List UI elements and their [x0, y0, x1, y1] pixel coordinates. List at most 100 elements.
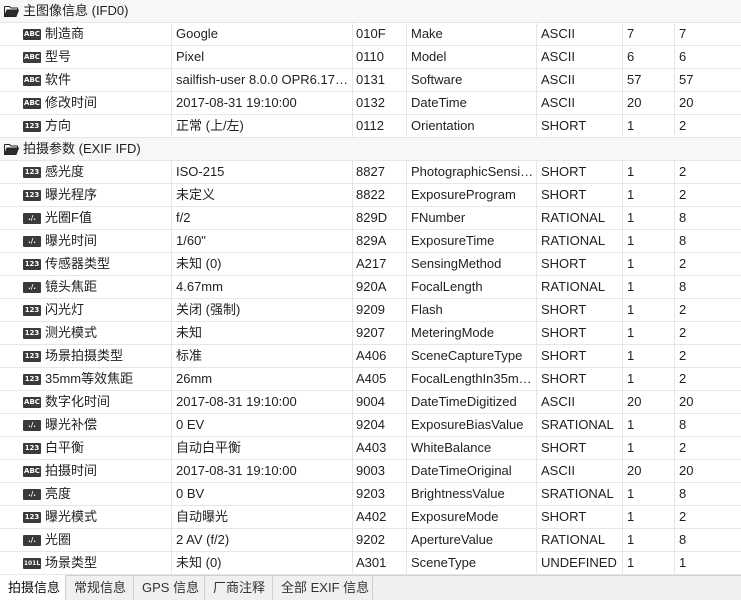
- byte-size: 2: [679, 348, 687, 363]
- table-row[interactable]: ./. 亮度 0 BV 9203 BrightnessValue SRATIONAL 1 8: [0, 483, 741, 506]
- byte-size: 2: [679, 187, 687, 202]
- field-value: 1/60": [172, 230, 353, 252]
- table-row[interactable]: ./. 镜头焦距 4.67mm 920A FocalLength RATIONAL 1 8: [0, 276, 741, 299]
- table-row[interactable]: 123 场景拍摄类型 标准 A406 SceneCaptureType SHORT 1 2: [0, 345, 741, 368]
- field-value: 4.67mm: [172, 276, 353, 298]
- count: 20: [623, 460, 675, 482]
- field-value: 2 AV (f/2): [172, 529, 353, 551]
- data-type: SHORT: [537, 368, 623, 390]
- field-value: 2017-08-31 19:10:00: [172, 92, 353, 114]
- tag-key: ExposureMode: [407, 506, 537, 528]
- byte-size: 2: [679, 118, 687, 133]
- table-row[interactable]: 123 曝光模式 自动曝光 A402 ExposureMode SHORT 1 2: [0, 506, 741, 529]
- byte-size: 2: [679, 302, 687, 317]
- table-row[interactable]: ./. 曝光补偿 0 EV 9204 ExposureBiasValue SRATIONA…: [0, 414, 741, 437]
- field-value: 未知 (0): [172, 253, 353, 275]
- count: 20: [623, 92, 675, 114]
- data-type: SHORT: [537, 161, 623, 183]
- field-name: 传感器类型: [0, 253, 172, 275]
- count: 1: [623, 322, 675, 344]
- table-row[interactable]: 123 白平衡 自动白平衡 A403 WhiteBalance SHORT 1 2: [0, 437, 741, 460]
- byte-size: 8: [679, 279, 687, 294]
- field-name: 35mm等效焦距: [0, 368, 172, 390]
- tab-maker-notes[interactable]: 厂商注释: [205, 576, 273, 600]
- data-type: ASCII: [537, 460, 623, 482]
- table-row[interactable]: 123 闪光灯 关闭 (强制) 9209 Flash SHORT 1 2: [0, 299, 741, 322]
- group-header[interactable]: 主图像信息 (IFD0): [0, 0, 741, 23]
- count: 1: [623, 184, 675, 206]
- tag-key: FocalLengthIn35m…: [407, 368, 537, 390]
- tab-general-info[interactable]: 常规信息: [66, 576, 134, 600]
- tag-id: A406: [353, 345, 407, 367]
- field-name: 曝光模式: [0, 506, 172, 528]
- data-type: SHORT: [537, 322, 623, 344]
- data-type: RATIONAL: [537, 207, 623, 229]
- tag-id: 8827: [353, 161, 407, 183]
- table-row[interactable]: ABC 软件 sailfish-user 8.0.0 OPR6.17… 0131 Sof…: [0, 69, 741, 92]
- field-name: 场景类型: [0, 552, 172, 574]
- byte-size: 1: [679, 555, 687, 570]
- tag-id: 9203: [353, 483, 407, 505]
- table-row[interactable]: 123 测光模式 未知 9207 MeteringMode SHORT 1 2: [0, 322, 741, 345]
- table-row[interactable]: 101L 场景类型 未知 (0) A301 SceneType UNDEFINED 1 1: [0, 552, 741, 575]
- field-value: 标准: [172, 345, 353, 367]
- table-row[interactable]: ABC 数字化时间 2017-08-31 19:10:00 9004 DateTimeD…: [0, 391, 741, 414]
- table-row[interactable]: 123 感光度 ISO-215 8827 PhotographicSensi… SHORT…: [0, 161, 741, 184]
- tag-key: Software: [407, 69, 537, 91]
- byte-size: 2: [679, 371, 687, 386]
- count: 1: [623, 253, 675, 275]
- table-row[interactable]: ./. 光圈 2 AV (f/2) 9202 ApertureValue RATIONAL…: [0, 529, 741, 552]
- table-row[interactable]: ./. 光圈F值 f/2 829D FNumber RATIONAL 1 8: [0, 207, 741, 230]
- field-name: 方向: [0, 115, 172, 137]
- group-header[interactable]: 拍摄参数 (EXIF IFD): [0, 138, 741, 161]
- count: 1: [623, 506, 675, 528]
- table-row[interactable]: ABC 修改时间 2017-08-31 19:10:00 0132 DateTime AS…: [0, 92, 741, 115]
- tag-id: 9204: [353, 414, 407, 436]
- tag-id: 9207: [353, 322, 407, 344]
- data-type: SHORT: [537, 506, 623, 528]
- tag-key: DateTime: [407, 92, 537, 114]
- tab-gps-info[interactable]: GPS 信息: [134, 576, 205, 600]
- table-row[interactable]: ABC 型号 Pixel 0110 Model ASCII 6 6: [0, 46, 741, 69]
- table-row[interactable]: 123 35mm等效焦距 26mm A405 FocalLengthIn35m… SHOR…: [0, 368, 741, 391]
- field-value: f/2: [172, 207, 353, 229]
- tab-shooting-info[interactable]: 拍摄信息: [0, 575, 66, 600]
- field-name: 曝光补偿: [0, 414, 172, 436]
- count: 6: [623, 46, 675, 68]
- count: 1: [623, 230, 675, 252]
- field-name: 数字化时间: [0, 391, 172, 413]
- table-row[interactable]: ABC 拍摄时间 2017-08-31 19:10:00 9003 DateTimeOr…: [0, 460, 741, 483]
- byte-size: 2: [679, 325, 687, 340]
- field-value: 未知: [172, 322, 353, 344]
- field-name: 镜头焦距: [0, 276, 172, 298]
- tag-id: 0112: [353, 115, 407, 137]
- table-row[interactable]: 123 曝光程序 未定义 8822 ExposureProgram SHORT 1 2: [0, 184, 741, 207]
- tag-id: 9202: [353, 529, 407, 551]
- field-value: 2017-08-31 19:10:00: [172, 460, 353, 482]
- data-type: SRATIONAL: [537, 483, 623, 505]
- tag-id: 9004: [353, 391, 407, 413]
- field-name: 亮度: [0, 483, 172, 505]
- table-row[interactable]: ./. 曝光时间 1/60" 829A ExposureTime RATIONAL 1 8: [0, 230, 741, 253]
- folder-open-icon: [4, 6, 19, 17]
- field-value: 未定义: [172, 184, 353, 206]
- byte-size: 2: [679, 509, 687, 524]
- byte-size: 20: [679, 95, 694, 110]
- byte-size: 2: [679, 440, 687, 455]
- table-row[interactable]: ABC 制造商 Google 010F Make ASCII 7 7: [0, 23, 741, 46]
- table-row[interactable]: 123 方向 正常 (上/左) 0112 Orientation SHORT 1 2: [0, 115, 741, 138]
- tag-id: 0110: [353, 46, 407, 68]
- field-value: 26mm: [172, 368, 353, 390]
- data-type: SHORT: [537, 115, 623, 137]
- count: 1: [623, 345, 675, 367]
- tag-key: PhotographicSensi…: [407, 161, 537, 183]
- table-row[interactable]: 123 传感器类型 未知 (0) A217 SensingMethod SHORT 1 2: [0, 253, 741, 276]
- field-value: 2017-08-31 19:10:00: [172, 391, 353, 413]
- tag-key: DateTimeOriginal: [407, 460, 537, 482]
- tag-id: 920A: [353, 276, 407, 298]
- field-name: 场景拍摄类型: [0, 345, 172, 367]
- tag-key: WhiteBalance: [407, 437, 537, 459]
- count: 20: [623, 391, 675, 413]
- count: 1: [623, 161, 675, 183]
- tab-all-exif[interactable]: 全部 EXIF 信息: [273, 576, 373, 600]
